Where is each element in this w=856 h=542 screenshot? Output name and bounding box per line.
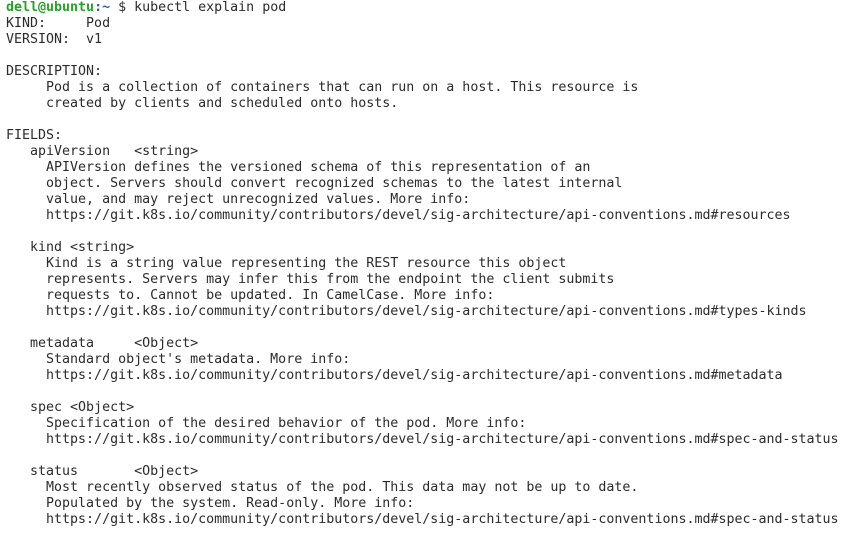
output-line: apiVersion <string> bbox=[6, 144, 199, 159]
output-line: FIELDS: bbox=[6, 128, 63, 143]
output-line: https://git.k8s.io/community/contributor… bbox=[6, 368, 783, 383]
output-line: https://git.k8s.io/community/contributor… bbox=[6, 432, 839, 447]
command-text: kubectl explain pod bbox=[134, 0, 287, 15]
output-line: represents. Servers may infer this from … bbox=[6, 272, 615, 287]
prompt-symbol: $ bbox=[110, 0, 135, 15]
output-line: created by clients and scheduled onto ho… bbox=[6, 96, 399, 111]
output-line: Specification of the desired behavior of… bbox=[6, 416, 527, 431]
output-line: VERSION: v1 bbox=[6, 32, 103, 47]
output-line: kind <string> bbox=[6, 240, 135, 255]
output-line: object. Servers should convert recognize… bbox=[6, 176, 623, 191]
output-line: Kind is a string value representing the … bbox=[6, 256, 567, 271]
output-line: KIND: Pod bbox=[6, 16, 111, 31]
output-line: metadata <Object> bbox=[6, 336, 199, 351]
output-line: Pod is a collection of containers that c… bbox=[6, 80, 639, 95]
prompt-user-host: dell@ubuntu bbox=[6, 0, 95, 15]
terminal-window[interactable]: dell@ubuntu:~ $ kubectl explain pod KIND… bbox=[0, 0, 856, 542]
output-line: https://git.k8s.io/community/contributor… bbox=[6, 512, 839, 527]
output-line: value, and may reject unrecognized value… bbox=[6, 192, 471, 207]
output-line: status <Object> bbox=[6, 464, 199, 479]
command-line: dell@ubuntu:~ $ kubectl explain pod bbox=[6, 0, 856, 16]
output-line: DESCRIPTION: bbox=[6, 64, 103, 79]
output-line: spec <Object> bbox=[6, 400, 135, 415]
output-line: Standard object's metadata. More info: bbox=[6, 352, 351, 367]
output-line: APIVersion defines the versioned schema … bbox=[6, 160, 591, 175]
output-line: Populated by the system. Read-only. More… bbox=[6, 496, 415, 511]
output-line: https://git.k8s.io/community/contributor… bbox=[6, 304, 807, 319]
output-line: https://git.k8s.io/community/contributor… bbox=[6, 208, 791, 223]
prompt-path: :~ bbox=[94, 0, 111, 15]
output-block: KIND: Pod VERSION: v1 DESCRIPTION: Pod i… bbox=[6, 16, 856, 528]
output-line: requests to. Cannot be updated. In Camel… bbox=[6, 288, 495, 303]
output-line: Most recently observed status of the pod… bbox=[6, 480, 639, 495]
